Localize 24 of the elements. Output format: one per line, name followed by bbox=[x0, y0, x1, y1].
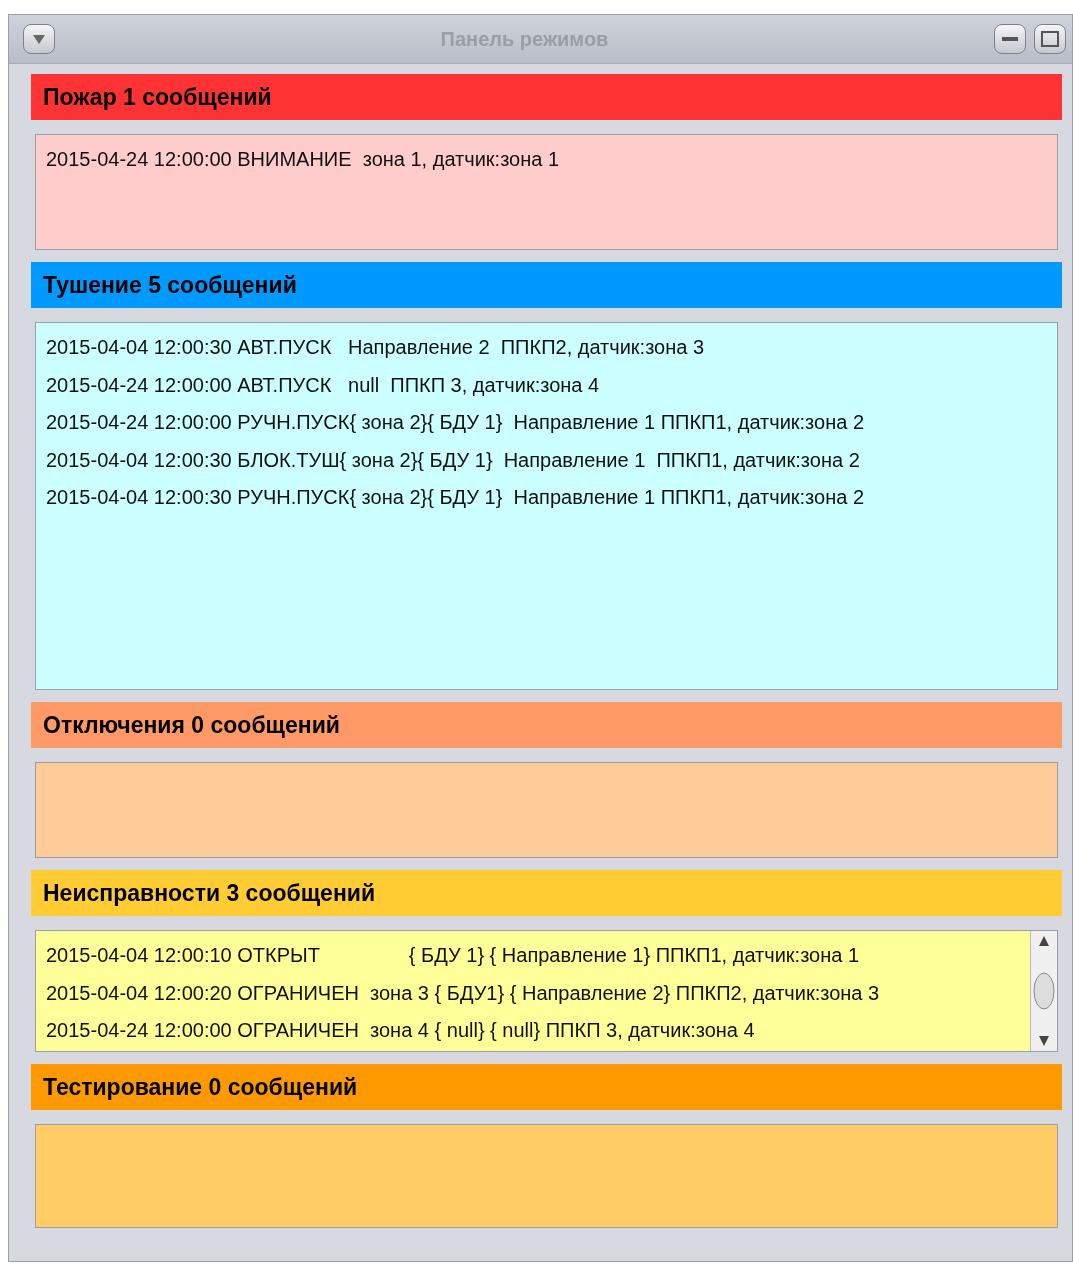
scrollbar[interactable] bbox=[1030, 931, 1057, 1051]
down-arrow-icon[interactable] bbox=[1038, 1035, 1050, 1047]
maximize-button[interactable] bbox=[1034, 24, 1066, 54]
up-arrow-icon[interactable] bbox=[1038, 935, 1050, 947]
message-row[interactable]: 2015-04-24 12:00:00 ОГРАНИЧЕН зона 4 { null} { null} ППКП 3, датчик:зона 4 bbox=[46, 1012, 1020, 1050]
message-row[interactable]: 2015-04-04 12:00:30 АВТ.ПУСК Направление 2 ППКП2, датчик:зона 3 bbox=[46, 329, 1047, 367]
section-header: Отключения 0 сообщений bbox=[31, 702, 1062, 748]
section-header: Пожар 1 сообщений bbox=[31, 74, 1062, 120]
caret-icon bbox=[33, 34, 45, 44]
section-header: Неисправности 3 сообщений bbox=[31, 870, 1062, 916]
section-header: Тушение 5 сообщений bbox=[31, 262, 1062, 308]
message-row[interactable]: 2015-04-04 12:00:20 ОГРАНИЧЕН зона 3 { БДУ1} { Направление 2} ППКП2, датчик:зона 3 bbox=[46, 974, 1020, 1012]
message-row[interactable]: 2015-04-04 12:00:30 БЛОК.ТУШ{ зона 2}{ БДУ 1} Направление 1 ППКП1, датчик:зона 2 bbox=[46, 441, 1047, 479]
message-row[interactable]: 2015-04-04 12:00:30 РУЧН.ПУСК{ зона 2}{ БДУ 1} Направление 1 ППКП1, датчик:зона 2 bbox=[46, 479, 1047, 517]
message-row[interactable]: 2015-04-04 12:00:10 ОТКРЫТ { БДУ 1} { Направление 1} ППКП1, датчик:зона 1 bbox=[46, 937, 1020, 975]
section-header: Тестирование 0 сообщений bbox=[31, 1064, 1062, 1110]
minimize-button[interactable] bbox=[994, 24, 1026, 54]
maximize-icon bbox=[1041, 31, 1059, 47]
scroll-thumb[interactable] bbox=[1033, 972, 1055, 1010]
message-row[interactable]: 2015-04-24 12:00:00 ВНИМАНИЕ зона 1, датчик:зона 1 bbox=[46, 141, 1047, 179]
menu-button[interactable] bbox=[23, 24, 55, 54]
message-row[interactable]: 2015-04-24 12:00:00 АВТ.ПУСК null ППКП 3, датчик:зона 4 bbox=[46, 366, 1047, 404]
minimize-icon bbox=[1002, 37, 1018, 41]
message-row[interactable]: 2015-04-24 12:00:00 РУЧН.ПУСК{ зона 2}{ БДУ 1} Направление 1 ППКП1, датчик:зона 2 bbox=[46, 404, 1047, 442]
